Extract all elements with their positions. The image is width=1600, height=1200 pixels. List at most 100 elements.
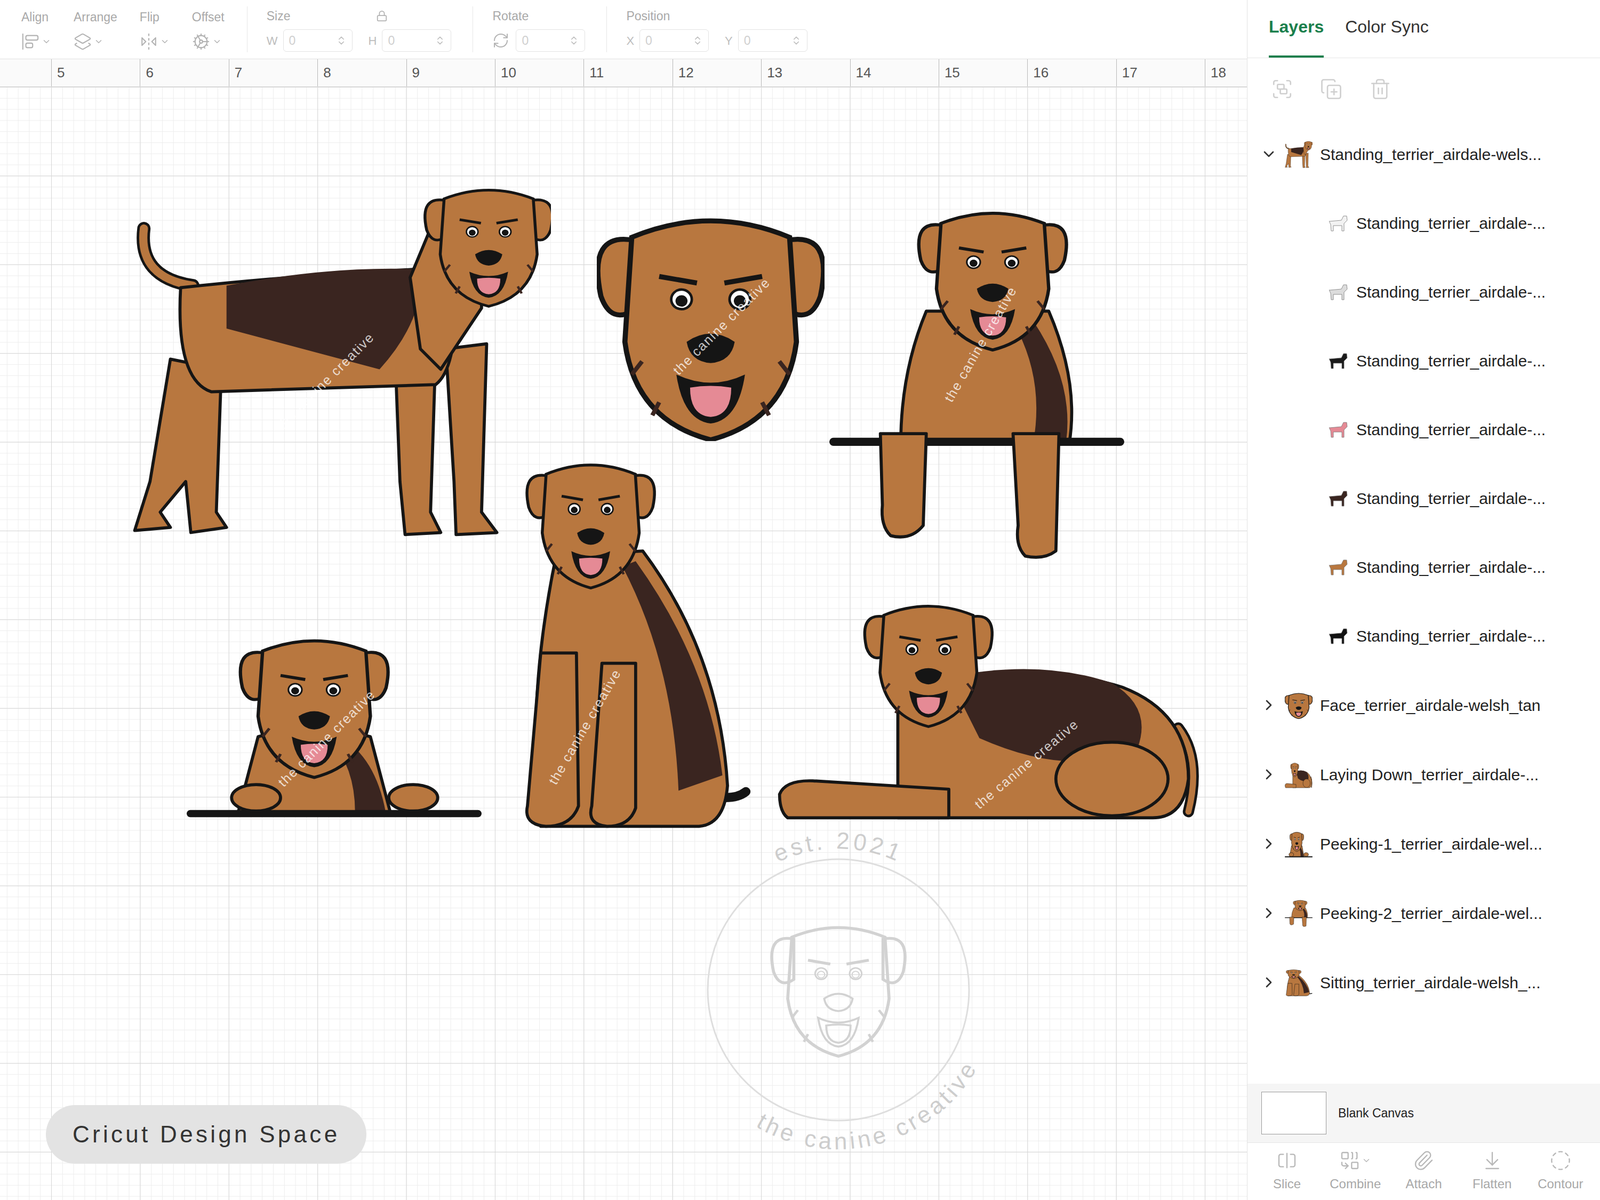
stepper-icon[interactable]	[434, 35, 446, 46]
ruler-number: 18	[1210, 64, 1227, 81]
caret-icon[interactable]	[1361, 1155, 1372, 1166]
group-icon[interactable]	[1270, 77, 1294, 101]
rotate-icon[interactable]	[492, 32, 510, 50]
dog-head	[1290, 763, 1299, 778]
toolbar-tool[interactable]: Flip	[139, 0, 192, 59]
field-input[interactable]: 0	[639, 29, 709, 52]
ruler-number: 16	[1033, 64, 1049, 81]
toolbar-tool[interactable]: Offset	[192, 0, 247, 59]
expand-icon[interactable]	[1260, 904, 1278, 922]
ruler-mark: 15	[938, 59, 1028, 87]
ruler-mark: 11	[583, 59, 672, 87]
ruler-mark: 12	[672, 59, 762, 87]
canvas-design[interactable]: the canine creative	[596, 202, 825, 442]
layer-group[interactable]: Peeking-1_terrier_airdale-wel...	[1247, 809, 1600, 879]
layer-list: Standing_terrier_airdale-wels... Standing…	[1247, 119, 1600, 1084]
design-canvas[interactable]: est. 2021the canine creativethe canine c…	[0, 86, 1247, 1200]
layer-item[interactable]: Standing_terrier_airdale-...	[1247, 257, 1600, 327]
tool-icon[interactable]	[192, 32, 211, 51]
ruler-number: 5	[57, 64, 65, 81]
layer-name: Peeking-2_terrier_airdale-wel...	[1320, 901, 1543, 926]
layer-group[interactable]: Laying Down_terrier_airdale-...	[1247, 739, 1600, 810]
dog-head	[425, 190, 551, 307]
bottom-action[interactable]: Combine	[1321, 1149, 1390, 1194]
layer-name: Sitting_terrier_airdale-welsh_...	[1320, 970, 1541, 995]
size-group: SizeW0H0	[266, 0, 474, 59]
canvas-design[interactable]: the canine creative	[775, 585, 1204, 822]
canvas-design[interactable]: the canine creative	[129, 175, 551, 539]
bottom-action[interactable]: Slice	[1252, 1149, 1322, 1194]
field-input[interactable]: 0	[283, 29, 353, 52]
field-input[interactable]: 0	[381, 29, 452, 52]
duplicate-icon[interactable]	[1320, 77, 1343, 101]
layer-item[interactable]: Standing_terrier_airdale-...	[1247, 395, 1600, 464]
caret-icon[interactable]	[212, 36, 222, 47]
watermark-ring	[707, 859, 970, 1121]
layer-thumb-icon	[1327, 419, 1349, 441]
layer-item[interactable]: Standing_terrier_airdale-...	[1247, 326, 1600, 396]
rotate-input[interactable]: 0	[515, 29, 586, 52]
canvas-design[interactable]: the canine creative	[186, 624, 482, 820]
bottom-action[interactable]: Attach	[1389, 1149, 1458, 1194]
number-field[interactable]: Y0	[724, 29, 808, 52]
layer-group[interactable]: Sitting_terrier_airdale-welsh_...	[1247, 947, 1600, 1018]
toolbar-tool[interactable]: Arrange	[73, 0, 140, 59]
tab-label: Color Sync	[1345, 17, 1429, 37]
layer-item[interactable]: Standing_terrier_airdale-...	[1247, 532, 1600, 602]
tool-label: Offset	[192, 8, 225, 27]
stepper-icon[interactable]	[336, 35, 347, 46]
ruler-number: 7	[234, 64, 243, 81]
layer-name: Standing_terrier_airdale-wels...	[1320, 142, 1542, 167]
ruler-mark: 14	[850, 59, 939, 87]
layer-item[interactable]: Standing_terrier_airdale-...	[1247, 188, 1600, 258]
canvas-design[interactable]: the canine creative	[829, 198, 1125, 564]
caret-icon[interactable]	[41, 36, 52, 47]
dog-head	[1293, 900, 1308, 911]
collapse-icon[interactable]	[1260, 145, 1278, 163]
layer-thumb-icon[interactable]	[1284, 899, 1313, 927]
delete-icon[interactable]	[1369, 77, 1392, 101]
panel-tab[interactable]: Layers	[1268, 13, 1324, 58]
layer-item[interactable]: Standing_terrier_airdale-...	[1247, 601, 1600, 671]
number-field[interactable]: W0	[266, 29, 353, 52]
number-field[interactable]: X0	[626, 29, 709, 52]
caret-icon[interactable]	[160, 36, 170, 47]
tool-icon[interactable]	[139, 32, 158, 51]
layer-thumb-icon[interactable]	[1284, 760, 1313, 789]
stepper-icon[interactable]	[568, 35, 580, 46]
layer-item[interactable]: Standing_terrier_airdale-...	[1247, 464, 1600, 533]
layer-thumb-icon[interactable]	[1284, 829, 1313, 858]
ruler-mark: 18	[1204, 59, 1247, 87]
edit-toolbar: AlignArrangeFlipOffsetSizeW0H0Rotate0Pos…	[0, 0, 1247, 60]
canvas-row[interactable]: Blank Canvas	[1247, 1083, 1600, 1143]
field-value: 0	[744, 31, 751, 51]
layer-group[interactable]: Face_terrier_airdale-welsh_tan	[1247, 670, 1600, 740]
layer-thumb-icon[interactable]	[1284, 968, 1313, 997]
action-label: Flatten	[1472, 1174, 1512, 1194]
expand-icon[interactable]	[1260, 835, 1278, 853]
number-field[interactable]: H0	[368, 29, 452, 52]
layer-group[interactable]: Standing_terrier_airdale-wels...	[1247, 119, 1600, 189]
layer-thumb-icon[interactable]	[1284, 140, 1313, 168]
layer-thumb-icon[interactable]	[1284, 691, 1313, 719]
toolbar-tool[interactable]: Align	[21, 0, 74, 59]
panel-tab[interactable]: Color Sync	[1345, 13, 1429, 58]
field-value: 0	[387, 31, 395, 51]
action-icon	[1412, 1149, 1435, 1172]
stepper-icon[interactable]	[790, 35, 802, 46]
toolbar-separator	[606, 6, 607, 53]
bottom-action[interactable]: Contour	[1526, 1149, 1595, 1194]
field-input[interactable]: 0	[738, 29, 808, 52]
bottom-action[interactable]: Flatten	[1458, 1149, 1527, 1194]
layer-name: Peeking-1_terrier_airdale-wel...	[1320, 832, 1543, 856]
lock-icon[interactable]	[376, 10, 388, 22]
tool-icon[interactable]	[21, 32, 40, 51]
expand-icon[interactable]	[1260, 973, 1278, 991]
layer-group[interactable]: Peeking-2_terrier_airdale-wel...	[1247, 878, 1600, 948]
caret-icon[interactable]	[93, 36, 104, 47]
canvas-design[interactable]: the canine creative	[515, 449, 752, 832]
tool-icon[interactable]	[73, 32, 92, 51]
expand-icon[interactable]	[1260, 765, 1278, 783]
stepper-icon[interactable]	[692, 35, 703, 46]
expand-icon[interactable]	[1260, 696, 1278, 714]
